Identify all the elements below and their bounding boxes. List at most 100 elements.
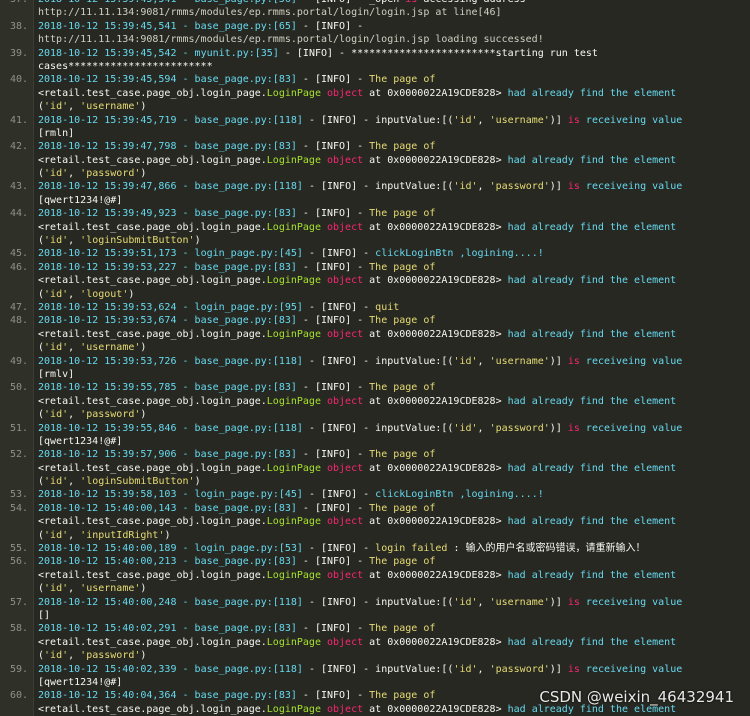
log-token: 'password': [489, 422, 550, 434]
log-line: 2018-10-12 15:40:00,189 - login_page.py:…: [38, 542, 750, 555]
log-token: 'id': [453, 355, 478, 367]
log-token: base_page.py:[83]: [194, 382, 297, 394]
log-line: ('id', 'username'): [38, 100, 750, 113]
log-line: <retail.test_case.page_obj.login_page.Lo…: [38, 636, 750, 649]
log-entry: 37.2018-10-12 15:39:45,541 - base_page.p…: [0, 0, 750, 20]
log-line: [rmln]: [38, 127, 750, 140]
log-token: )]: [549, 181, 568, 193]
log-line: ('id', 'password'): [38, 408, 750, 421]
log-entry: 58. 2018-10-12 15:40:02,291 - base_page.p…: [0, 622, 750, 662]
log-text: 2018-10-12 15:39:45,594 - base_page.py:[…: [33, 73, 750, 113]
log-token: ): [140, 101, 147, 113]
log-token: [qwert1234!@#]: [38, 676, 123, 688]
log-token: - [INFO] -: [302, 489, 376, 501]
line-number: 56.: [9, 556, 28, 568]
log-line: ('id', 'username'): [38, 582, 750, 595]
log-token: at 0x0000022A19CDE828>: [363, 395, 508, 407]
log-token: 'id': [453, 181, 478, 193]
log-token: <retail.test_case.page_obj.login_page.: [38, 636, 267, 648]
log-token: clickLoginBtn ,logining....!: [375, 248, 544, 260]
line-number: 48.: [9, 315, 28, 327]
log-line: ('id', 'inputIdRight'): [38, 529, 750, 542]
log-token: 2018-10-12 15:39:45,541 -: [38, 0, 195, 5]
log-token: The page of: [369, 623, 436, 635]
log-token: receiveing value: [579, 181, 683, 193]
log-token: base_page.py:[118]: [194, 181, 303, 193]
log-line: 2018-10-12 15:39:57,906 - base_page.py:[…: [38, 448, 750, 461]
log-entry: 52. 2018-10-12 15:39:57,906 - base_page.p…: [0, 448, 750, 488]
log-token: login_page.py:[45]: [194, 248, 303, 260]
log-token: base_page.py:[83]: [194, 623, 297, 635]
log-token: clickLoginBtn ,logining....!: [375, 489, 544, 501]
log-line: <retail.test_case.page_obj.login_page.Lo…: [38, 395, 750, 408]
log-token: 2018-10-12 15:40:04,364 -: [38, 690, 195, 702]
log-token: - [INFO] -: [302, 302, 376, 313]
log-token: base_page.py:[118]: [194, 596, 303, 608]
log-line: <retail.test_case.page_obj.login_page.Lo…: [38, 328, 750, 341]
log-token: had already find the element: [507, 395, 677, 407]
log-token: object: [320, 154, 364, 166]
log-token: had already find the element: [507, 516, 677, 528]
log-output[interactable]: 37.2018-10-12 15:39:45,541 - base_page.p…: [0, 0, 750, 716]
log-entry: 43. 2018-10-12 15:39:47,866 - base_page.p…: [0, 180, 750, 207]
log-token: - [INFO] - inputValue:[(: [302, 663, 454, 675]
log-token: LoginPage: [266, 462, 321, 474]
log-token: object: [320, 87, 364, 99]
log-text: 2018-10-12 15:39:53,674 - base_page.py:[…: [33, 314, 750, 354]
log-token: 'username': [80, 101, 141, 113]
log-token: - [INFO] -: [302, 543, 376, 555]
log-line: <retail.test_case.page_obj.login_page.Lo…: [38, 87, 750, 100]
log-token: at 0x0000022A19CDE828>: [363, 462, 508, 474]
log-token: ,: [477, 596, 490, 608]
log-text: 2018-10-12 15:39:45,541 - base_page.py:[…: [33, 0, 750, 20]
line-number: 53.: [9, 489, 28, 501]
log-text: 2018-10-12 15:39:45,541 - base_page.py:[…: [33, 20, 750, 47]
log-token: login_page.py:[45]: [194, 489, 303, 501]
log-text: 2018-10-12 15:39:57,906 - base_page.py:[…: [33, 448, 750, 488]
log-token: The page of: [369, 690, 436, 702]
log-token: is: [567, 596, 580, 608]
log-token: - [INFO] - inputValue:[(: [302, 422, 454, 434]
log-token: 'username': [489, 596, 550, 608]
log-token: object: [320, 275, 364, 287]
line-number: 44.: [9, 208, 28, 220]
log-token: ,: [477, 663, 490, 675]
log-token: <retail.test_case.page_obj.login_page.: [38, 154, 267, 166]
log-entry: 40. 2018-10-12 15:39:45,594 - base_page.p…: [0, 73, 750, 113]
log-token: - [INFO] - inputValue:[(: [302, 596, 454, 608]
log-token: _open: [369, 0, 405, 5]
log-line: <retail.test_case.page_obj.login_page.Lo…: [38, 462, 750, 475]
log-token: ,: [68, 409, 81, 421]
log-token: <retail.test_case.page_obj.login_page.: [38, 328, 267, 340]
log-token: 2018-10-12 15:40:02,291 -: [38, 623, 195, 635]
log-token: at 0x0000022A19CDE828>: [363, 328, 508, 340]
log-entry: 48. 2018-10-12 15:39:53,674 - base_page.p…: [0, 314, 750, 354]
log-entry: 51. 2018-10-12 15:39:55,846 - base_page.p…: [0, 422, 750, 449]
log-text: 2018-10-12 15:39:55,785 - base_page.py:[…: [33, 381, 750, 421]
log-token: ,: [477, 114, 490, 126]
log-token: - [INFO] -: [296, 556, 370, 568]
log-token: 'id': [44, 168, 69, 180]
log-token: had already find the element: [507, 569, 677, 581]
line-number: 38.: [9, 20, 28, 32]
log-token: base_page.py:[83]: [194, 261, 297, 273]
log-line: ('id', 'password'): [38, 167, 750, 180]
log-token: had already find the element: [507, 328, 677, 340]
line-number: 51.: [9, 422, 28, 434]
log-token: <retail.test_case.page_obj.login_page.: [38, 703, 267, 715]
log-token: The page of: [369, 261, 436, 273]
log-token: ): [140, 168, 147, 180]
log-line: http://11.11.134:9081/rmms/modules/ep.rm…: [38, 6, 750, 19]
log-token: 'id': [44, 650, 69, 662]
log-entry: 44. 2018-10-12 15:39:49,923 - base_page.p…: [0, 207, 750, 247]
log-line: ('id', 'logout'): [38, 288, 750, 301]
log-token: at 0x0000022A19CDE828>: [363, 516, 508, 528]
log-token: 2018-10-12 15:39:47,798 -: [38, 141, 195, 153]
log-line: ('id', 'loginSubmitButton'): [38, 475, 750, 488]
log-entry: 53. 2018-10-12 15:39:58,103 - login_page.…: [0, 488, 750, 501]
log-text: 2018-10-12 15:39:45,719 - base_page.py:[…: [33, 114, 750, 141]
log-token: cases************************: [38, 60, 213, 72]
log-token: - [INFO] - inputValue:[(: [302, 114, 454, 126]
log-token: - [INFO] -: [296, 690, 370, 702]
log-token: - [INFO] -: [296, 382, 370, 394]
